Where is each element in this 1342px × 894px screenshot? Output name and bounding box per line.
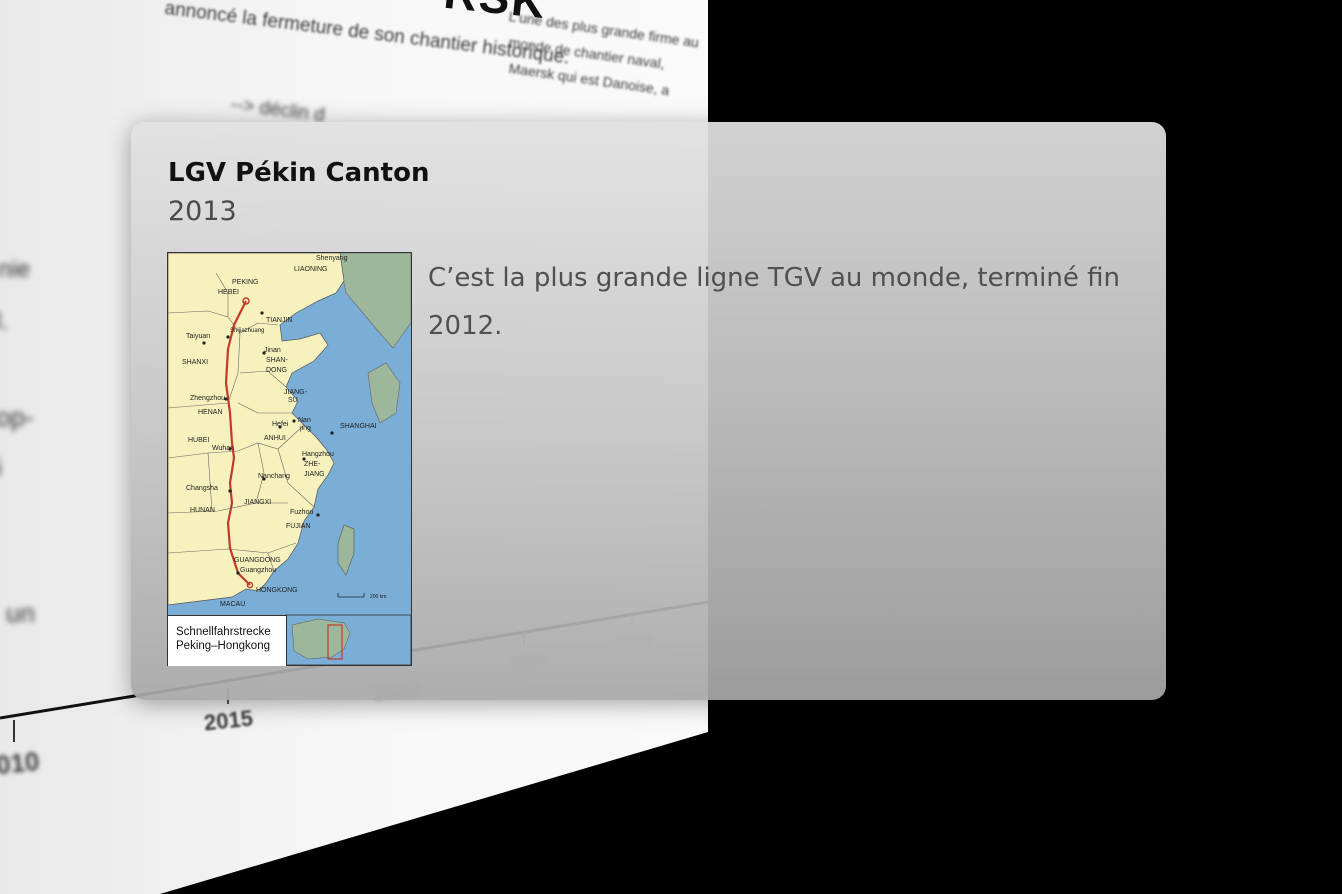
map-label: FUJIAN xyxy=(286,523,311,530)
map-label: SHANXI xyxy=(182,359,209,366)
map-label: Nan xyxy=(298,417,311,424)
side-fragment: l. xyxy=(0,308,8,335)
china-rail-map xyxy=(168,253,411,665)
axis-year-label: 010 xyxy=(0,745,41,781)
map-label: HENAN xyxy=(198,409,223,416)
map-caption-line: Schnellfahrstrecke xyxy=(176,626,271,638)
map-label: Zhengzhou xyxy=(190,395,226,402)
map-label: JIANG xyxy=(304,471,325,478)
map-label: SHAN- xyxy=(266,357,288,364)
side-fragment: op- xyxy=(0,402,34,432)
map-label: JIANG- xyxy=(284,389,307,396)
map-image-thumbnail[interactable]: Shenyang LIAONING PEKING HEBEI TIANJIN S… xyxy=(167,252,412,666)
map-label: Jinan xyxy=(264,347,281,354)
map-label: HONGKONG xyxy=(256,587,298,594)
map-label: ZHE- xyxy=(304,461,321,468)
axis-year-label: 2015 xyxy=(202,705,255,736)
map-caption-line: Peking–Hongkong xyxy=(176,640,270,652)
map-label: SU xyxy=(288,397,298,404)
map-label: Fuzhou xyxy=(290,509,314,516)
map-label: Nanchang xyxy=(258,473,290,480)
event-detail-card[interactable]: LGV Pékin Canton 2013 Shenyang LIAONING … xyxy=(131,122,1166,700)
side-fragment: nie xyxy=(0,256,31,283)
map-label: PEKING xyxy=(232,279,259,286)
map-label: HUBEI xyxy=(188,437,210,444)
map-label: Shijiazhuang xyxy=(230,328,265,334)
map-label: JIANGXI xyxy=(244,499,272,506)
map-label: TIANJIN xyxy=(266,317,293,324)
map-label: ANHUI xyxy=(264,435,286,442)
map-label: Wuhan xyxy=(212,445,235,452)
map-label: Changsha xyxy=(186,485,218,492)
map-label: HUNAN xyxy=(190,507,215,514)
event-title: LGV Pékin Canton xyxy=(168,158,430,188)
map-caption-box: Schnellfahrstrecke Peking–Hongkong xyxy=(168,615,287,666)
map-label: LIAONING xyxy=(294,266,328,273)
side-fragment: i xyxy=(0,452,2,483)
map-label: DONG xyxy=(266,367,287,374)
map-label: MACAU xyxy=(220,601,246,608)
map-label: Guangzhou xyxy=(240,567,277,574)
map-label: Taiyuan xyxy=(186,333,211,340)
map-label: Hangzhou xyxy=(302,451,334,458)
map-label: jing xyxy=(300,425,311,432)
map-label: Shenyang xyxy=(316,255,348,262)
map-label: HEBEI xyxy=(218,289,240,296)
map-label: SHANGHAI xyxy=(340,423,377,430)
map-scale-label: 200 km xyxy=(370,594,387,600)
event-description: C’est la plus grande ligne TGV au monde,… xyxy=(428,263,1120,341)
map-label: GUANGDONG xyxy=(234,557,281,564)
side-fragment: un xyxy=(6,598,35,628)
event-year: 2013 xyxy=(168,196,237,227)
map-label: Hefei xyxy=(272,421,289,428)
